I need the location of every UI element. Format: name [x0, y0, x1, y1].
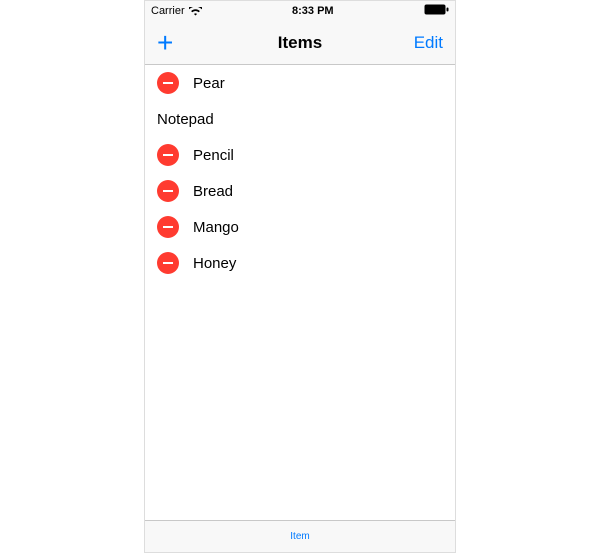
- navigation-bar: + Items Edit: [145, 21, 455, 65]
- delete-icon[interactable]: [157, 252, 179, 274]
- minus-icon: [163, 154, 173, 156]
- device-frame: Carrier 8:33 PM + Items Edit: [144, 0, 456, 553]
- status-right: [424, 4, 449, 18]
- carrier-label: Carrier: [151, 5, 185, 17]
- delete-icon[interactable]: [157, 216, 179, 238]
- minus-icon: [163, 82, 173, 84]
- item-label: Notepad: [157, 111, 214, 128]
- item-label: Pear: [193, 75, 225, 92]
- list-item[interactable]: Bread: [145, 173, 455, 209]
- wifi-icon: [189, 7, 202, 16]
- add-button[interactable]: +: [157, 29, 173, 57]
- nav-right: Edit: [403, 33, 443, 53]
- item-label: Bread: [193, 183, 233, 200]
- status-time: 8:33 PM: [292, 5, 334, 17]
- minus-icon: [163, 226, 173, 228]
- status-left: Carrier: [151, 5, 202, 17]
- edit-button[interactable]: Edit: [414, 33, 443, 53]
- battery-icon: [424, 4, 449, 15]
- delete-icon[interactable]: [157, 180, 179, 202]
- delete-icon[interactable]: [157, 72, 179, 94]
- minus-icon: [163, 262, 173, 264]
- list-item[interactable]: Pear: [145, 65, 455, 101]
- list-item[interactable]: Pencil: [145, 137, 455, 173]
- items-list[interactable]: Pear Notepad Pencil Bread Mango Honey: [145, 65, 455, 520]
- item-label: Pencil: [193, 147, 234, 164]
- list-item[interactable]: Mango: [145, 209, 455, 245]
- list-item[interactable]: Notepad: [145, 101, 455, 137]
- list-item[interactable]: Honey: [145, 245, 455, 281]
- minus-icon: [163, 190, 173, 192]
- item-label: Honey: [193, 255, 236, 272]
- nav-left: +: [157, 29, 197, 57]
- item-label: Mango: [193, 219, 239, 236]
- toolbar-item-button[interactable]: Item: [290, 531, 309, 542]
- status-bar: Carrier 8:33 PM: [145, 1, 455, 21]
- delete-icon[interactable]: [157, 144, 179, 166]
- bottom-toolbar: Item: [145, 520, 455, 552]
